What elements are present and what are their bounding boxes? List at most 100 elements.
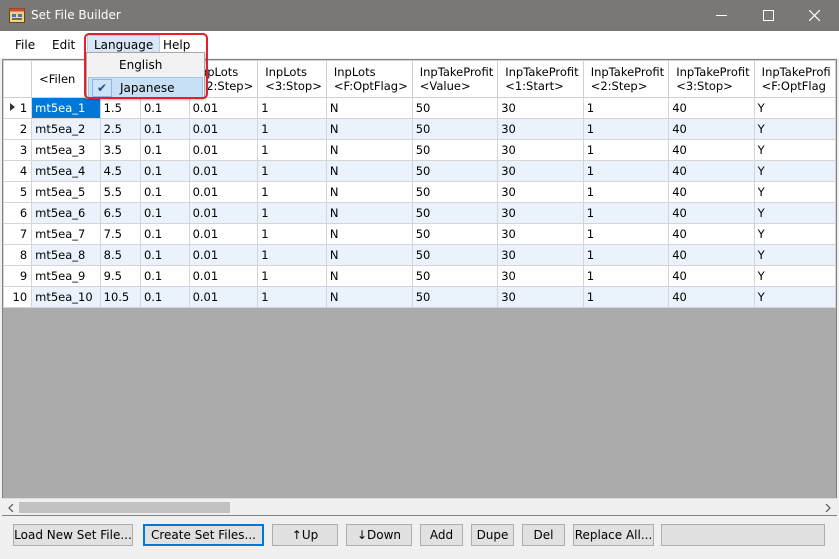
minimize-button[interactable] — [698, 0, 744, 31]
row-header[interactable]: 10 — [3, 286, 33, 308]
grid-cell[interactable]: 40 — [668, 139, 755, 161]
table-row[interactable]: 2 mt5ea_2 2.5 0.1 0.01 1 N 50 30 1 40 Y — [3, 118, 836, 140]
grid-cell[interactable]: mt5ea_7 — [31, 223, 101, 245]
grid-cell[interactable]: 4.5 — [99, 160, 141, 182]
grid-cell[interactable]: 50 — [411, 244, 499, 266]
grid-cell[interactable]: 0.1 — [139, 118, 190, 140]
grid-cell[interactable]: 1 — [257, 244, 327, 266]
grid-cell[interactable]: 0.01 — [188, 97, 259, 119]
grid-cell[interactable]: 0.1 — [139, 265, 190, 287]
grid-cell[interactable]: 1 — [257, 118, 327, 140]
grid-cell[interactable]: 40 — [668, 286, 755, 308]
maximize-button[interactable] — [745, 0, 791, 31]
grid-cell[interactable]: 0.01 — [188, 223, 259, 245]
dupe-row-button[interactable]: Dupe — [471, 524, 514, 546]
grid-cell[interactable]: mt5ea_4 — [31, 160, 101, 182]
column-header[interactable]: InpTakeProfit <3:Stop> — [668, 60, 755, 98]
table-row[interactable]: 7 mt5ea_7 7.5 0.1 0.01 1 N 50 30 1 40 Y — [3, 223, 836, 245]
grid-cell[interactable]: 0.01 — [188, 118, 259, 140]
move-down-button[interactable]: ↓Down — [346, 524, 412, 546]
grid-cell[interactable]: 30 — [497, 118, 584, 140]
grid-cell[interactable]: Y — [753, 223, 836, 245]
scroll-right-button[interactable] — [819, 499, 836, 516]
grid-cell[interactable]: 40 — [668, 202, 755, 224]
grid-cell[interactable]: mt5ea_8 — [31, 244, 101, 266]
grid-cell[interactable]: 0.01 — [188, 139, 259, 161]
row-header[interactable]: 2 — [3, 118, 33, 140]
grid-cell[interactable]: mt5ea_2 — [31, 118, 101, 140]
grid-cell[interactable]: 0.01 — [188, 160, 259, 182]
row-header[interactable]: 6 — [3, 202, 33, 224]
row-header[interactable]: 9 — [3, 265, 33, 287]
grid-cell[interactable]: 40 — [668, 97, 755, 119]
move-up-button[interactable]: ↑Up — [272, 524, 338, 546]
grid-cell[interactable]: 1 — [582, 286, 670, 308]
grid-cell[interactable]: mt5ea_3 — [31, 139, 101, 161]
add-row-button[interactable]: Add — [420, 524, 463, 546]
row-header[interactable]: 5 — [3, 181, 33, 203]
data-grid[interactable]: <FilenLotstart>InpLots<2:Step>InpLots<3:… — [2, 59, 837, 516]
grid-cell[interactable]: 30 — [497, 265, 584, 287]
grid-cell[interactable]: 1 — [257, 286, 327, 308]
grid-cell[interactable]: N — [325, 265, 413, 287]
language-option-japanese[interactable]: ✔ Japanese — [88, 77, 203, 98]
table-row[interactable]: 4 mt5ea_4 4.5 0.1 0.01 1 N 50 30 1 40 Y — [3, 160, 836, 182]
menu-file[interactable]: File — [9, 35, 41, 55]
grid-cell[interactable]: N — [325, 97, 413, 119]
table-row[interactable]: 5 mt5ea_5 5.5 0.1 0.01 1 N 50 30 1 40 Y — [3, 181, 836, 203]
load-set-file-button[interactable]: Load New Set File... — [13, 524, 133, 546]
grid-cell[interactable]: 2.5 — [99, 118, 141, 140]
grid-cell[interactable]: 1 — [582, 181, 670, 203]
grid-cell[interactable]: 1 — [582, 139, 670, 161]
column-header[interactable]: InpTakeProfit <1:Start> — [497, 60, 584, 98]
grid-cell[interactable]: 0.1 — [139, 286, 190, 308]
table-row[interactable]: 6 mt5ea_6 6.5 0.1 0.01 1 N 50 30 1 40 Y — [3, 202, 836, 224]
grid-cell[interactable]: 40 — [668, 160, 755, 182]
grid-cell[interactable]: 0.1 — [139, 139, 190, 161]
scrollbar-thumb[interactable] — [19, 502, 230, 513]
grid-cell[interactable]: 50 — [411, 286, 499, 308]
grid-cell[interactable]: mt5ea_1 — [31, 97, 101, 119]
grid-cell[interactable]: 0.01 — [188, 202, 259, 224]
grid-cell[interactable]: Y — [753, 286, 836, 308]
horizontal-scrollbar[interactable] — [2, 498, 837, 515]
grid-cell[interactable]: mt5ea_10 — [31, 286, 101, 308]
grid-cell[interactable]: 0.1 — [139, 244, 190, 266]
grid-cell[interactable]: 1 — [257, 181, 327, 203]
column-header[interactable]: InpLots <3:Stop> — [257, 60, 327, 98]
table-row[interactable]: 8 mt5ea_8 8.5 0.1 0.01 1 N 50 30 1 40 Y — [3, 244, 836, 266]
grid-cell[interactable]: 3.5 — [99, 139, 141, 161]
replace-all-button[interactable]: Replace All... — [573, 524, 654, 546]
grid-cell[interactable]: mt5ea_9 — [31, 265, 101, 287]
grid-cell[interactable]: 1 — [257, 202, 327, 224]
grid-cell[interactable]: Y — [753, 181, 836, 203]
grid-cell[interactable]: 30 — [497, 202, 584, 224]
grid-cell[interactable]: 0.1 — [139, 97, 190, 119]
corner-header[interactable] — [3, 60, 33, 98]
grid-cell[interactable]: 30 — [497, 181, 584, 203]
grid-cell[interactable]: 40 — [668, 181, 755, 203]
scroll-left-button[interactable] — [2, 499, 19, 516]
grid-cell[interactable]: N — [325, 244, 413, 266]
grid-cell[interactable]: 0.1 — [139, 181, 190, 203]
row-header[interactable]: 7 — [3, 223, 33, 245]
grid-cell[interactable]: 50 — [411, 223, 499, 245]
grid-cell[interactable]: N — [325, 223, 413, 245]
grid-cell[interactable]: 50 — [411, 118, 499, 140]
close-button[interactable] — [791, 0, 837, 31]
grid-cell[interactable]: 0.01 — [188, 265, 259, 287]
table-row[interactable]: 1 mt5ea_1 1.5 0.1 0.01 1 N 50 30 1 40 Y — [3, 97, 836, 119]
grid-cell[interactable]: 40 — [668, 265, 755, 287]
grid-cell[interactable]: 1 — [582, 223, 670, 245]
grid-cell[interactable]: 0.1 — [139, 160, 190, 182]
grid-cell[interactable]: 1 — [582, 160, 670, 182]
grid-cell[interactable]: 1.5 — [99, 97, 141, 119]
grid-cell[interactable]: 1 — [582, 97, 670, 119]
grid-cell[interactable]: 1 — [582, 202, 670, 224]
grid-cell[interactable]: 1 — [257, 97, 327, 119]
grid-cell[interactable]: 0.01 — [188, 244, 259, 266]
grid-cell[interactable]: N — [325, 118, 413, 140]
grid-cell[interactable]: 1 — [582, 118, 670, 140]
grid-cell[interactable]: N — [325, 139, 413, 161]
column-header[interactable]: InpTakeProfit <Value> — [411, 60, 499, 98]
